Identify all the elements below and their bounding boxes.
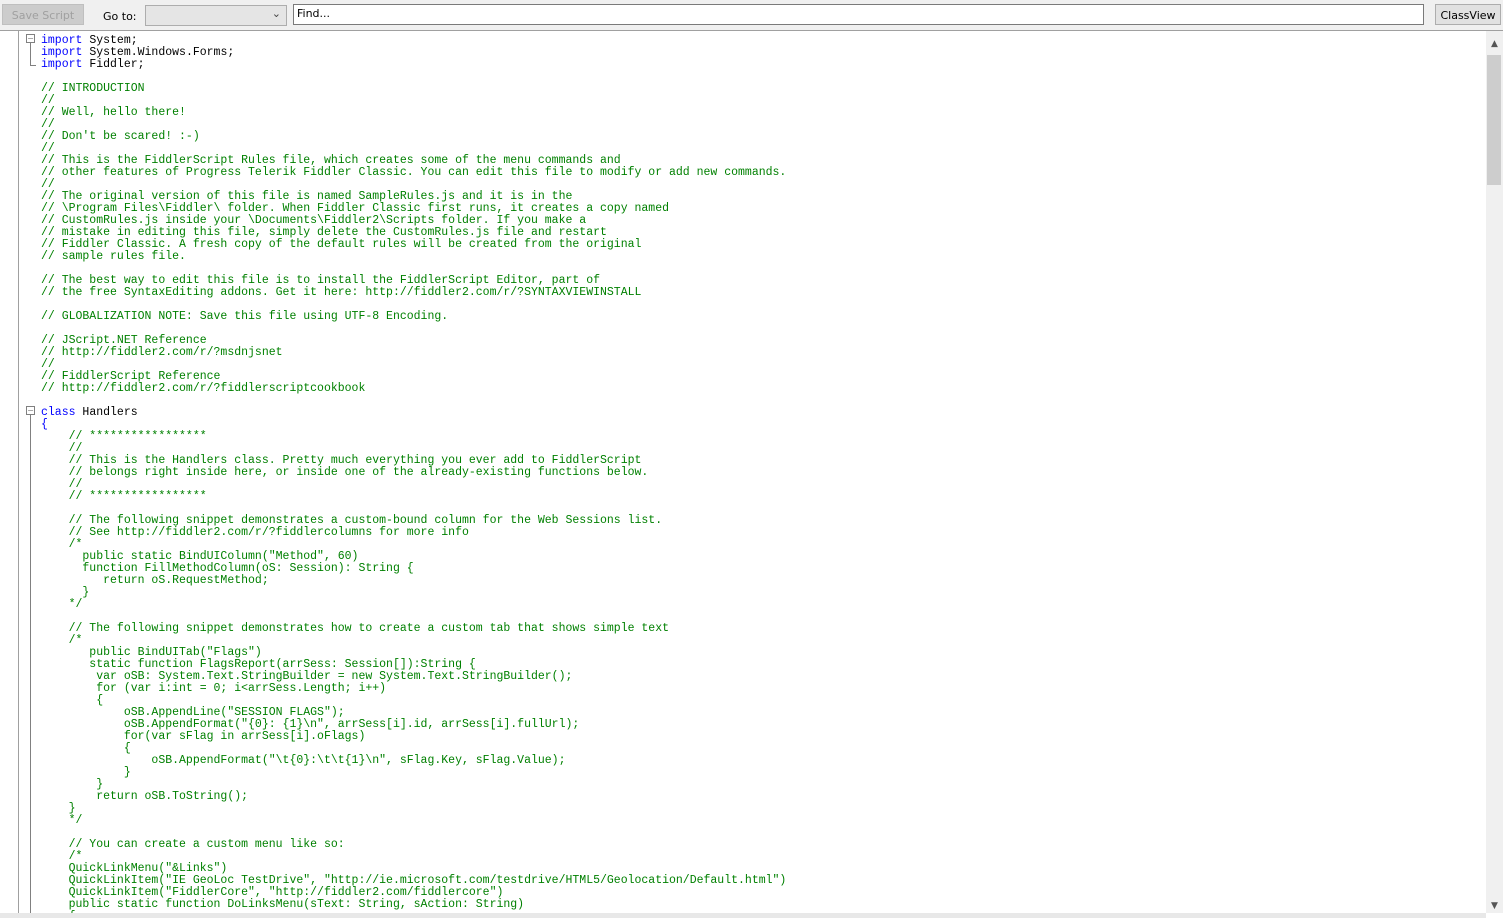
code-line: // Don't be scared! :-) bbox=[41, 131, 786, 143]
goto-label: Go to: bbox=[103, 10, 137, 23]
code-line: // belongs right inside here, or inside … bbox=[41, 467, 786, 479]
code-comment: // See http://fiddler2.com/r/?fiddlercol… bbox=[41, 526, 469, 539]
script-editor[interactable]: − − import System; import System.Windows.… bbox=[0, 31, 1486, 913]
code-text: Fiddler; bbox=[82, 58, 145, 71]
code-comment: // sample rules file. bbox=[41, 250, 186, 263]
goto-dropdown[interactable]: ⌄ bbox=[145, 5, 287, 26]
code-comment: // You can create a custom menu like so: bbox=[41, 838, 345, 851]
code-line: } bbox=[41, 803, 786, 815]
code-line: public static function DoLinksMenu(sText… bbox=[41, 899, 786, 911]
code-line: // You can create a custom menu like so: bbox=[41, 839, 786, 851]
code-line: return oS.RequestMethod; bbox=[41, 575, 786, 587]
code-comment: public static function DoLinksMenu(sText… bbox=[41, 898, 525, 911]
code-comment: // ***************** bbox=[41, 490, 207, 503]
code-comment: */ bbox=[41, 814, 83, 827]
code-comment: // GLOBALIZATION NOTE: Save this file us… bbox=[41, 310, 449, 323]
code-area[interactable]: import System; import System.Windows.Form… bbox=[41, 35, 786, 914]
chevron-down-icon: ⌄ bbox=[271, 7, 281, 20]
code-comment: // the free SyntaxEditing addons. Get it… bbox=[41, 286, 642, 299]
code-line: } bbox=[41, 767, 786, 779]
code-line: // http://fiddler2.com/r/?msdnjsnet bbox=[41, 347, 786, 359]
code-line: // GLOBALIZATION NOTE: Save this file us… bbox=[41, 311, 786, 323]
code-comment: // The following snippet demonstrates ho… bbox=[41, 622, 670, 635]
code-line: // The following snippet demonstrates ho… bbox=[41, 623, 786, 635]
scroll-up-icon[interactable]: ▲ bbox=[1486, 39, 1503, 49]
code-line: // other features of Progress Telerik Fi… bbox=[41, 167, 786, 179]
code-text: Handlers bbox=[75, 406, 138, 419]
code-line: */ bbox=[41, 599, 786, 611]
code-line: // INTRODUCTION bbox=[41, 83, 786, 95]
code-line: } bbox=[41, 587, 786, 599]
scrollbar-thumb[interactable] bbox=[1487, 55, 1501, 185]
fold-line-end bbox=[30, 65, 36, 66]
code-comment: // INTRODUCTION bbox=[41, 82, 145, 95]
scroll-down-icon[interactable]: ▼ bbox=[1486, 901, 1503, 911]
code-comment: // http://fiddler2.com/r/?fiddlerscriptc… bbox=[41, 382, 366, 395]
code-line: // ***************** bbox=[41, 491, 786, 503]
toolbar: Save Script Go to: ⌄ Find... ClassView bbox=[0, 0, 1503, 31]
code-line: // http://fiddler2.com/r/?fiddlerscriptc… bbox=[41, 383, 786, 395]
code-comment: // Well, hello there! bbox=[41, 106, 186, 119]
horizontal-scrollbar[interactable] bbox=[0, 913, 1486, 918]
save-script-button[interactable]: Save Script bbox=[2, 4, 84, 25]
code-line: // sample rules file. bbox=[41, 251, 786, 263]
code-line: import Fiddler; bbox=[41, 59, 786, 71]
code-keyword: import bbox=[41, 58, 83, 71]
code-comment: */ bbox=[41, 598, 83, 611]
code-line: // ***************** bbox=[41, 431, 786, 443]
code-line: for(var sFlag in arrSess[i].oFlags) bbox=[41, 731, 786, 743]
vertical-scrollbar[interactable]: ▲ ▼ bbox=[1486, 31, 1503, 913]
fold-line bbox=[30, 42, 31, 65]
code-line: import System.Windows.Forms; bbox=[41, 47, 786, 59]
fold-line bbox=[30, 414, 31, 913]
code-line: // Well, hello there! bbox=[41, 107, 786, 119]
code-comment: // other features of Progress Telerik Fi… bbox=[41, 166, 787, 179]
code-comment: // belongs right inside here, or inside … bbox=[41, 466, 649, 479]
classview-button[interactable]: ClassView bbox=[1435, 4, 1501, 25]
code-line: // See http://fiddler2.com/r/?fiddlercol… bbox=[41, 527, 786, 539]
code-line: for (var i:int = 0; i<arrSess.Length; i+… bbox=[41, 683, 786, 695]
find-input[interactable]: Find... bbox=[293, 4, 1424, 25]
code-comment: // http://fiddler2.com/r/?msdnjsnet bbox=[41, 346, 283, 359]
code-line: */ bbox=[41, 815, 786, 827]
code-line: oSB.AppendFormat("\t{0}:\t\t{1}\n", sFla… bbox=[41, 755, 786, 767]
editor-margin-divider bbox=[18, 31, 19, 913]
code-line: return oSB.ToString(); bbox=[41, 791, 786, 803]
code-comment: // Don't be scared! :-) bbox=[41, 130, 200, 143]
code-line: // the free SyntaxEditing addons. Get it… bbox=[41, 287, 786, 299]
code-line: class Handlers bbox=[41, 407, 786, 419]
